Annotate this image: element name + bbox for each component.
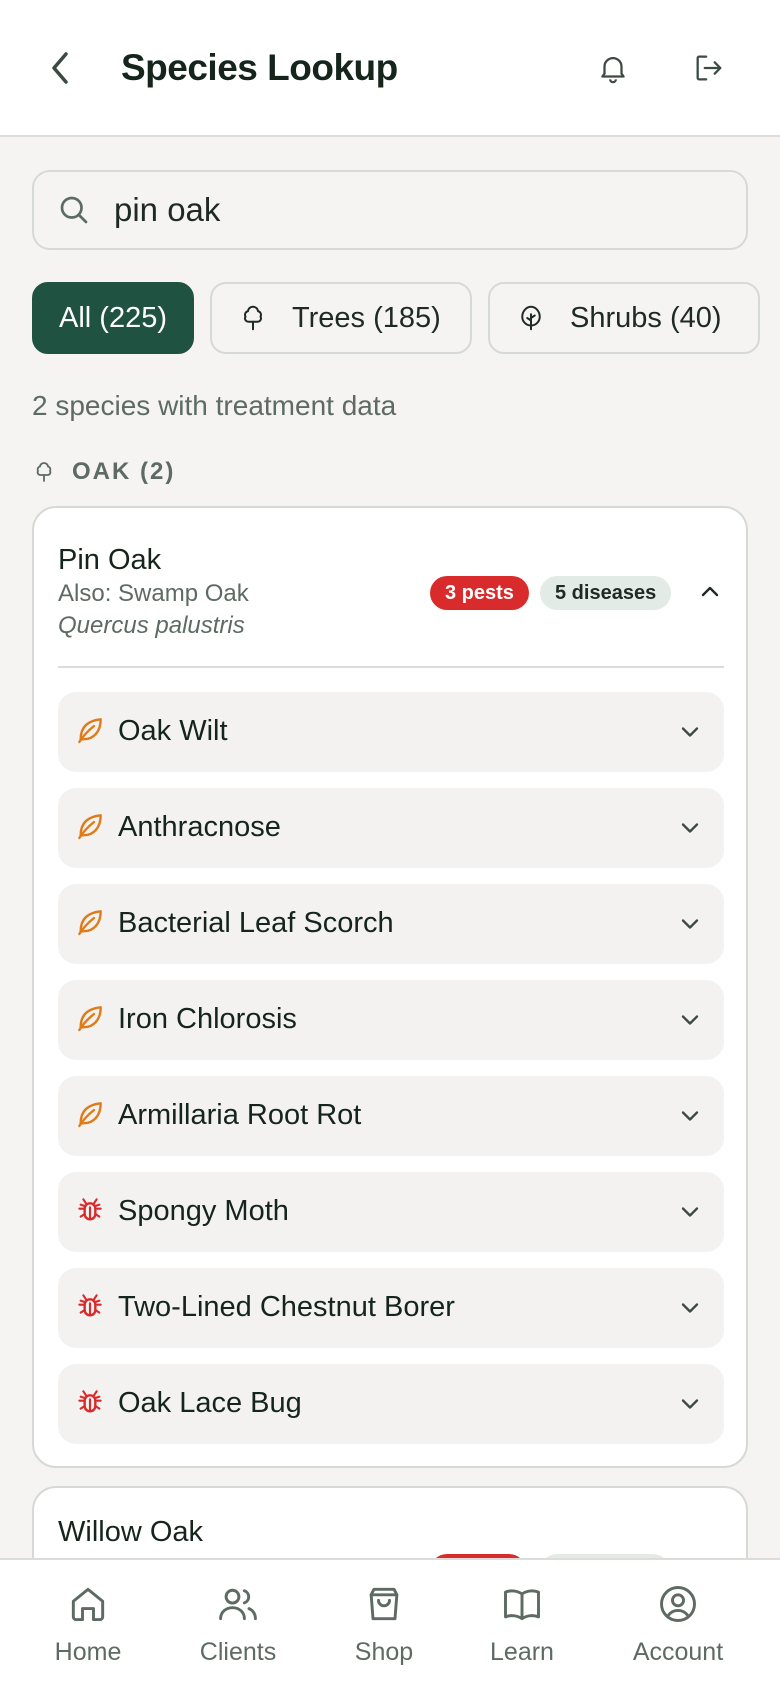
species-name: Pin Oak bbox=[58, 544, 162, 576]
search-input[interactable] bbox=[114, 186, 714, 234]
top-app-bar: Species Lookup bbox=[0, 0, 780, 137]
species-name: Willow Oak bbox=[58, 1516, 204, 1548]
filter-chip-label: Trees (185) bbox=[292, 301, 441, 334]
leaf-icon bbox=[78, 814, 102, 840]
tab-label: Shop bbox=[354, 1638, 414, 1666]
chevron-down-icon bbox=[681, 823, 699, 833]
pest-item[interactable]: Oak Lace Bug bbox=[58, 1364, 724, 1444]
species-scientific-name: Quercus palustris bbox=[58, 612, 245, 639]
bug-icon bbox=[78, 1294, 102, 1317]
filter-chip-label: All (225) bbox=[59, 301, 167, 334]
results-summary: 2 species with treatment data bbox=[32, 390, 397, 421]
tab-learn[interactable]: Learn bbox=[462, 1582, 582, 1667]
disease-item[interactable]: Oak Wilt bbox=[58, 692, 724, 772]
logout-icon bbox=[696, 55, 722, 81]
tab-clients[interactable]: Clients bbox=[178, 1582, 298, 1667]
shrub-icon bbox=[521, 305, 541, 331]
issue-label: Spongy Moth bbox=[118, 1195, 289, 1227]
search-icon bbox=[60, 196, 88, 224]
back-button[interactable] bbox=[40, 44, 80, 92]
filter-chip-shrubs[interactable]: Shrubs (40) bbox=[488, 282, 760, 354]
chevron-down-icon bbox=[681, 919, 699, 929]
page-title: Species Lookup bbox=[121, 47, 398, 88]
chevron-down-icon bbox=[681, 1303, 699, 1313]
issue-label: Oak Wilt bbox=[118, 715, 228, 747]
chevron-down-icon bbox=[681, 727, 699, 737]
filter-chip-all[interactable]: All (225) bbox=[32, 282, 194, 354]
disease-item[interactable]: Anthracnose bbox=[58, 788, 724, 868]
species-alias: Also: Swamp Oak bbox=[58, 580, 249, 607]
bug-icon bbox=[78, 1390, 102, 1413]
pest-item[interactable]: Two-Lined Chestnut Borer bbox=[58, 1268, 724, 1348]
diseases-count-badge: 5 diseases bbox=[540, 576, 672, 610]
bell-icon bbox=[601, 57, 625, 84]
bug-icon bbox=[78, 1198, 102, 1221]
leaf-icon bbox=[78, 910, 102, 936]
logout-button[interactable] bbox=[685, 44, 733, 92]
shopping-bag-icon bbox=[369, 1587, 399, 1621]
pest-item[interactable]: Spongy Moth bbox=[58, 1172, 724, 1252]
chevron-down-icon bbox=[681, 1015, 699, 1025]
disease-item[interactable]: Iron Chlorosis bbox=[58, 980, 724, 1060]
tree-icon bbox=[36, 462, 52, 482]
issue-label: Two-Lined Chestnut Borer bbox=[118, 1291, 455, 1323]
issue-label: Anthracnose bbox=[118, 811, 281, 843]
bottom-tab-bar: Home Clients Shop Learn Account bbox=[0, 1558, 780, 1688]
issue-label: Oak Lace Bug bbox=[118, 1387, 302, 1419]
divider bbox=[58, 666, 724, 668]
chevron-down-icon bbox=[681, 1399, 699, 1409]
collapse-button[interactable] bbox=[692, 574, 728, 610]
disease-item[interactable]: Bacterial Leaf Scorch bbox=[58, 884, 724, 964]
filter-chip-trees[interactable]: Trees (185) bbox=[210, 282, 472, 354]
notifications-button[interactable] bbox=[589, 44, 637, 92]
chevron-down-icon bbox=[681, 1111, 699, 1121]
chevron-down-icon bbox=[681, 1207, 699, 1217]
chevron-up-icon bbox=[701, 586, 719, 597]
book-icon bbox=[504, 1589, 540, 1621]
leaf-icon bbox=[78, 718, 102, 744]
species-card: Pin Oak Also: Swamp Oak Quercus palustri… bbox=[32, 506, 748, 1468]
disease-item[interactable]: Armillaria Root Rot bbox=[58, 1076, 724, 1156]
tab-account[interactable]: Account bbox=[618, 1582, 738, 1667]
issue-label: Armillaria Root Rot bbox=[118, 1099, 362, 1131]
tab-label: Home bbox=[54, 1638, 122, 1666]
search-bar[interactable] bbox=[32, 170, 748, 250]
leaf-icon bbox=[78, 1102, 102, 1128]
group-label: OAK (2) bbox=[72, 458, 176, 485]
chevron-left-icon bbox=[52, 52, 68, 84]
issue-label: Iron Chlorosis bbox=[118, 1003, 297, 1035]
pests-count-badge: 3 pests bbox=[430, 576, 529, 610]
tab-home[interactable]: Home bbox=[28, 1582, 148, 1667]
group-header: OAK (2) bbox=[32, 458, 175, 486]
tab-shop[interactable]: Shop bbox=[324, 1582, 444, 1667]
issue-label: Bacterial Leaf Scorch bbox=[118, 907, 394, 939]
leaf-icon bbox=[78, 1006, 102, 1032]
account-circle-icon bbox=[660, 1586, 696, 1622]
tab-label: Account bbox=[632, 1638, 724, 1666]
filter-chip-label: Shrubs (40) bbox=[570, 301, 722, 334]
tab-label: Learn bbox=[490, 1638, 554, 1666]
tab-label: Clients bbox=[199, 1638, 277, 1666]
users-icon bbox=[219, 1588, 257, 1621]
tree-icon bbox=[244, 305, 262, 331]
home-icon bbox=[71, 1587, 105, 1622]
